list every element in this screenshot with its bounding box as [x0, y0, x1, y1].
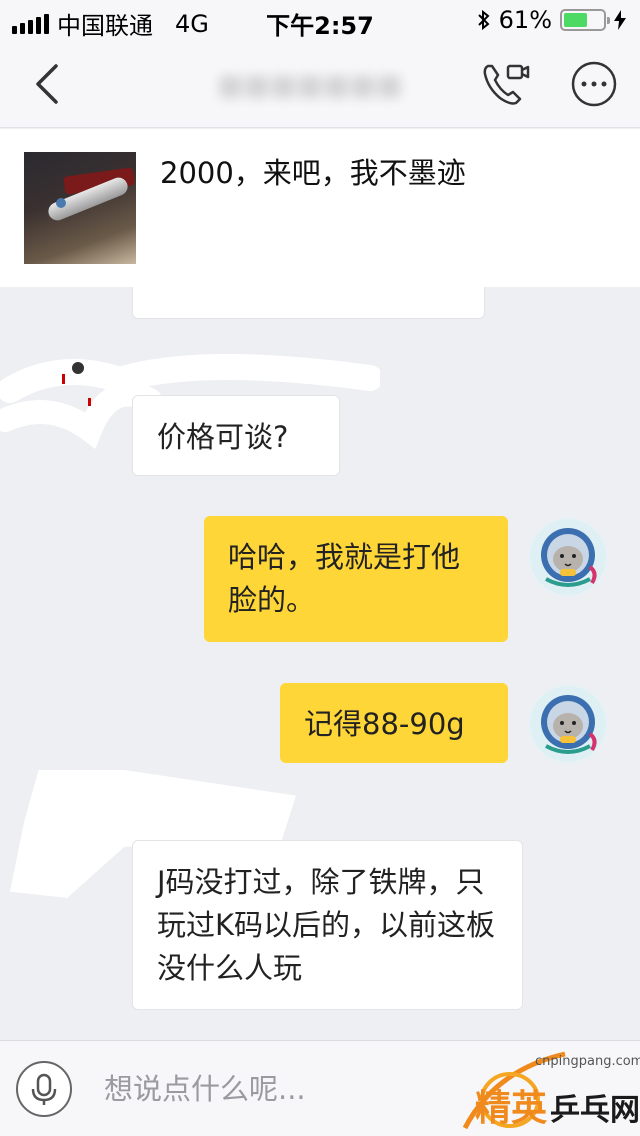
svg-text:精英: 精英	[475, 1088, 548, 1129]
message-bubble-outgoing: 记得88-90g	[280, 683, 508, 763]
microphone-icon	[31, 1073, 57, 1105]
cat-astronaut-icon	[530, 519, 606, 595]
voice-input-button[interactable]	[16, 1061, 72, 1117]
charging-bolt-icon	[614, 10, 626, 30]
svg-text:乒乓网: 乒乓网	[550, 1093, 640, 1128]
bluetooth-icon	[477, 9, 490, 31]
message-text: 记得88-90g	[304, 707, 465, 741]
phone-video-icon[interactable]	[480, 60, 530, 108]
more-icon[interactable]	[570, 60, 618, 108]
back-icon[interactable]	[28, 60, 68, 108]
message-text: 价格可谈?	[157, 420, 289, 454]
message-text: J码没打过，除了铁牌，只玩过K码以后的，以前这板没什么人玩	[157, 865, 496, 985]
contact-name-redacted: ■■■■■■■	[217, 68, 403, 101]
product-thumbnail[interactable]	[24, 152, 136, 264]
my-avatar[interactable]	[528, 517, 608, 597]
message-bubble-incoming: J码没打过，除了铁牌，只玩过K码以后的，以前这板没什么人玩	[132, 840, 523, 1010]
watermark-url: cnpingpang.com	[535, 1054, 640, 1069]
watermark-logo: 精英 乒乓网 cnpingpang.com	[455, 1040, 640, 1136]
status-right: 61%	[477, 6, 626, 34]
message-bubble-incoming: 价格可谈?	[132, 395, 340, 476]
battery-percent: 61%	[498, 6, 552, 34]
product-title: 2000，来吧，我不墨迹	[160, 156, 466, 190]
battery-fill	[564, 13, 588, 27]
status-bar: 中国联通 4G 下午2:57 61%	[0, 0, 640, 40]
message-text: 哈哈，我就是打他脸的。	[228, 540, 461, 617]
message-bubble-outgoing: 哈哈，我就是打他脸的。	[204, 516, 508, 642]
cat-astronaut-icon	[530, 686, 606, 762]
my-avatar[interactable]	[528, 684, 608, 764]
message-input[interactable]	[88, 1057, 468, 1121]
battery-icon	[560, 9, 610, 31]
nav-bar: ■■■■■■■	[0, 40, 640, 128]
